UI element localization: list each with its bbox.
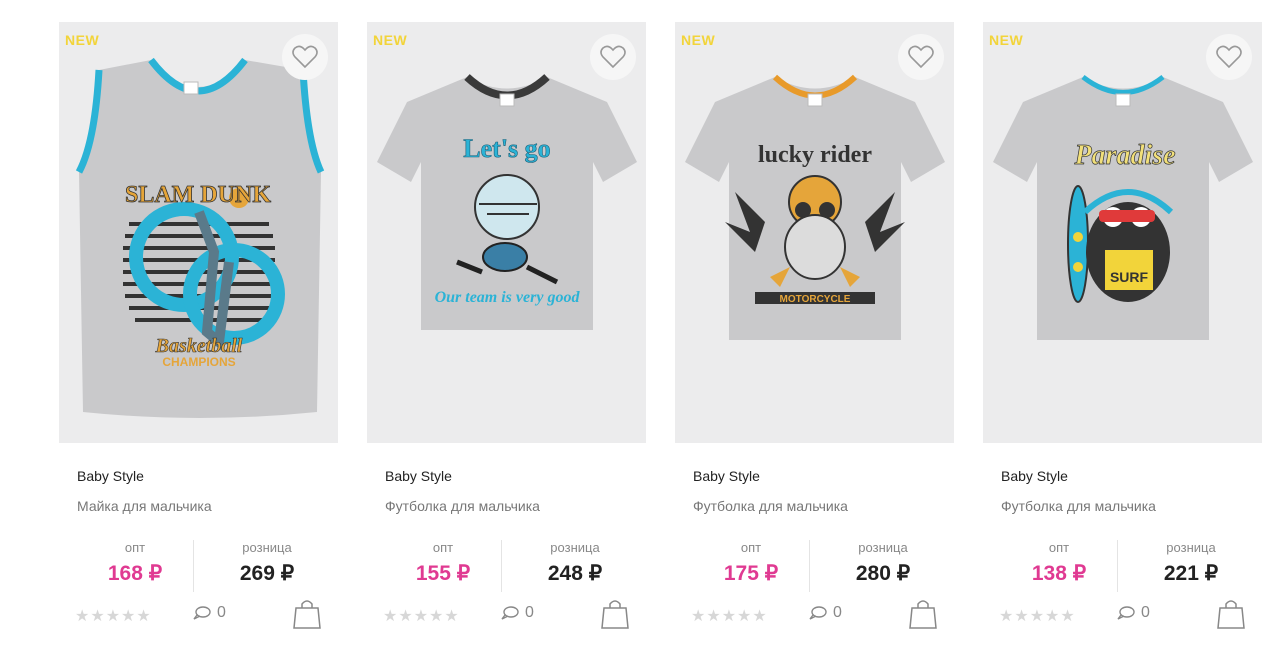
retail-price: 269 ₽ — [239, 562, 295, 585]
comments-link[interactable]: 0 — [1117, 604, 1150, 622]
product-card[interactable]: lucky rider MOTORCYCLE NEW Baby Style Фу… — [675, 22, 954, 652]
comments-link[interactable]: 0 — [193, 604, 226, 622]
retail-label: розница — [1166, 540, 1216, 555]
price-block: опт 175 ₽ розница 280 ₽ — [675, 540, 954, 592]
price-divider — [501, 540, 502, 592]
svg-text:Basketball: Basketball — [155, 335, 243, 357]
add-to-cart-button[interactable] — [601, 598, 629, 635]
new-badge: NEW — [65, 32, 100, 48]
product-title[interactable]: Майка для мальчика — [77, 498, 212, 514]
heart-icon — [1216, 45, 1242, 69]
print-text-2: SURF — [1110, 269, 1149, 285]
product-brand[interactable]: Baby Style — [385, 468, 452, 484]
comments-link[interactable]: 0 — [809, 604, 842, 622]
print-text-2: MOTORCYCLE — [780, 294, 851, 305]
new-badge: NEW — [989, 32, 1024, 48]
favorite-button[interactable] — [282, 34, 328, 80]
comment-icon — [809, 606, 827, 620]
heart-icon — [292, 45, 318, 69]
tshirt-image: lucky rider MOTORCYCLE — [685, 74, 945, 340]
price-block: опт 138 ₽ розница 221 ₽ — [983, 540, 1262, 592]
price-divider — [809, 540, 810, 592]
new-badge: NEW — [681, 32, 716, 48]
comment-icon — [1117, 606, 1135, 620]
comments-count: 0 — [525, 604, 534, 621]
rating-stars[interactable]: ★★★★★ — [999, 606, 1076, 626]
tshirt-image: Paradise SURF — [993, 75, 1253, 340]
opt-label: опт — [740, 540, 762, 555]
card-footer: ★★★★★ 0 — [999, 596, 1249, 632]
comments-count: 0 — [833, 604, 842, 621]
new-badge: NEW — [373, 32, 408, 48]
price-divider — [193, 540, 194, 592]
tshirt-image: Let's go Our team is very good — [377, 73, 637, 330]
print-text: Paradise — [1073, 140, 1175, 171]
favorite-button[interactable] — [590, 34, 636, 80]
retail-price: 221 ₽ — [1163, 562, 1219, 585]
product-card[interactable]: Paradise SURF NEW Baby Style Футболка дл… — [983, 22, 1262, 652]
heart-icon — [600, 45, 626, 69]
product-image[interactable]: SLAM DUNK Basketball CHAMPIONS NEW — [59, 22, 338, 443]
comments-count: 0 — [217, 604, 226, 621]
card-footer: ★★★★★ 0 — [75, 596, 325, 632]
add-to-cart-button[interactable] — [1217, 598, 1245, 635]
tank-top-image: SLAM DUNK Basketball CHAMPIONS — [75, 57, 325, 418]
add-to-cart-button[interactable] — [909, 598, 937, 635]
rating-stars[interactable]: ★★★★★ — [75, 606, 152, 626]
retail-label: розница — [858, 540, 908, 555]
retail-label: розница — [242, 540, 292, 555]
opt-label: опт — [124, 540, 146, 555]
product-image[interactable]: Let's go Our team is very good NEW — [367, 22, 646, 443]
product-card[interactable]: SLAM DUNK Basketball CHAMPIONS NEW Baby … — [59, 22, 338, 652]
product-card[interactable]: Let's go Our team is very good NEW Baby … — [367, 22, 646, 652]
add-to-cart-button[interactable] — [293, 598, 321, 635]
product-brand[interactable]: Baby Style — [77, 468, 144, 484]
price-block: опт 155 ₽ розница 248 ₽ — [367, 540, 646, 592]
product-brand[interactable]: Baby Style — [1001, 468, 1068, 484]
product-title[interactable]: Футболка для мальчика — [693, 498, 848, 514]
favorite-button[interactable] — [1206, 34, 1252, 80]
heart-icon — [908, 45, 934, 69]
opt-price: 175 ₽ — [723, 562, 779, 585]
print-text: SLAM DUNK — [125, 182, 271, 208]
rating-stars[interactable]: ★★★★★ — [691, 606, 768, 626]
shopping-bag-icon — [601, 600, 629, 629]
opt-price: 138 ₽ — [1031, 562, 1087, 585]
opt-label: опт — [1048, 540, 1070, 555]
opt-label: опт — [432, 540, 454, 555]
comment-icon — [193, 606, 211, 620]
product-title[interactable]: Футболка для мальчика — [1001, 498, 1156, 514]
card-footer: ★★★★★ 0 — [383, 596, 633, 632]
shopping-bag-icon — [293, 600, 321, 629]
favorite-button[interactable] — [898, 34, 944, 80]
opt-price: 155 ₽ — [415, 562, 471, 585]
product-image[interactable]: Paradise SURF NEW — [983, 22, 1262, 443]
product-image[interactable]: lucky rider MOTORCYCLE NEW — [675, 22, 954, 443]
price-block: опт 168 ₽ розница 269 ₽ — [59, 540, 338, 592]
rating-stars[interactable]: ★★★★★ — [383, 606, 460, 626]
product-brand[interactable]: Baby Style — [693, 468, 760, 484]
retail-label: розница — [550, 540, 600, 555]
shopping-bag-icon — [1217, 600, 1245, 629]
card-footer: ★★★★★ 0 — [691, 596, 941, 632]
product-title[interactable]: Футболка для мальчика — [385, 498, 540, 514]
print-text-2: Our team is very good — [435, 289, 581, 306]
print-text: Let's go — [463, 134, 550, 163]
price-divider — [1117, 540, 1118, 592]
print-text: lucky rider — [758, 142, 872, 168]
opt-price: 168 ₽ — [107, 562, 163, 585]
comment-icon — [501, 606, 519, 620]
retail-price: 280 ₽ — [855, 562, 911, 585]
shopping-bag-icon — [909, 600, 937, 629]
svg-text:CHAMPIONS: CHAMPIONS — [162, 355, 235, 369]
product-grid: SLAM DUNK Basketball CHAMPIONS NEW Baby … — [0, 0, 1280, 666]
comments-link[interactable]: 0 — [501, 604, 534, 622]
retail-price: 248 ₽ — [547, 562, 603, 585]
comments-count: 0 — [1141, 604, 1150, 621]
